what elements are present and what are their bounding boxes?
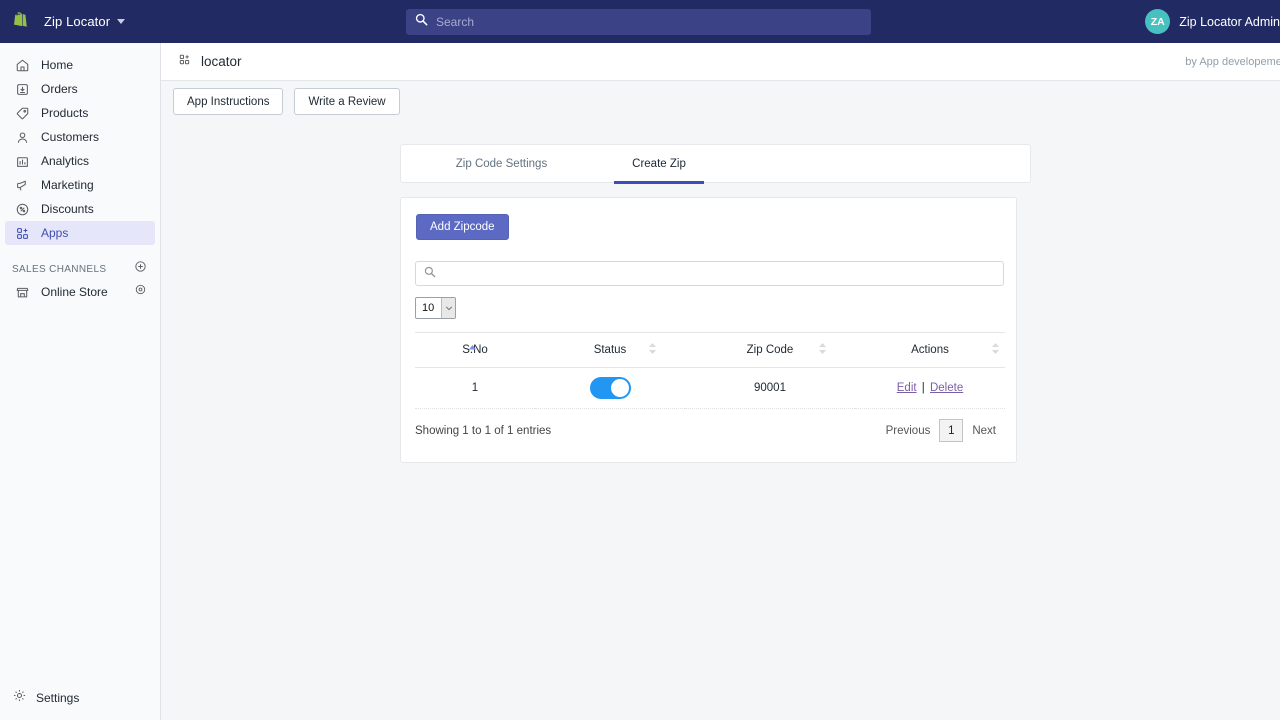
sidebar-item-label: Customers [41,130,99,144]
create-zip-panel: Add Zipcode 10 S.No [400,197,1017,463]
sidebar-item-label: Apps [41,226,68,240]
plus-circle-icon[interactable] [134,260,147,278]
chevron-down-icon[interactable] [441,298,455,318]
action-separator: | [922,382,925,394]
sidebar-item-online-store[interactable]: Online Store [5,280,155,304]
global-search-field[interactable]: Search [406,9,871,35]
edit-link[interactable]: Edit [897,382,917,394]
sort-asc-icon [468,344,477,357]
pagination: Previous 1 Next [877,419,1005,442]
topbar-user-area[interactable]: ZA Zip Locator Admin [1145,0,1280,43]
app-byline: by App developemen [1185,56,1280,68]
sales-channels-header: SALES CHANNELS [0,258,160,280]
column-header-status[interactable]: Status [535,333,685,368]
status-toggle[interactable] [590,377,631,399]
sidebar-item-products[interactable]: Products [5,101,155,125]
column-header-actions[interactable]: Actions [855,333,1005,368]
online-store-left: Online Store [12,282,108,302]
chevron-down-icon[interactable] [117,19,125,24]
gear-icon [12,688,27,708]
pagination-next[interactable]: Next [963,425,1005,437]
table-body: 1 90001 Edit | Delete [415,368,1005,409]
sidebar-item-marketing[interactable]: Marketing [5,173,155,197]
avatar: ZA [1145,9,1170,34]
table-head: S.No Status Zip Code [415,333,1005,368]
tab-create-zip[interactable]: Create Zip [614,145,704,182]
cell-status [535,368,685,409]
home-icon [12,55,32,75]
page-title: locator [201,54,242,69]
settings-label: Settings [36,691,79,705]
column-header-zipcode[interactable]: Zip Code [685,333,855,368]
admin-name-label: Zip Locator Admin [1179,15,1280,29]
page-length-select[interactable]: 10 [415,297,456,319]
search-icon [415,13,428,31]
tab-bar: Zip Code Settings Create Zip [400,144,1031,183]
sidebar-item-label: Online Store [41,285,108,299]
customers-icon [12,127,32,147]
table-search-box[interactable] [415,261,1004,286]
app-instructions-button[interactable]: App Instructions [173,88,283,115]
sort-none-icon [991,342,1000,358]
tab-zip-code-settings[interactable]: Zip Code Settings [429,145,574,182]
page-length-value: 10 [416,302,441,314]
sidebar-item-label: Analytics [41,154,89,168]
breadcrumb: locator [178,53,242,71]
sidebar-nav-list: Home Orders Products [0,43,160,304]
search-icon [424,265,436,283]
sidebar-item-orders[interactable]: Orders [5,77,155,101]
table-header-row: S.No Status Zip Code [415,333,1005,368]
analytics-bars-icon [12,151,32,171]
storefront-icon [12,282,32,302]
column-label: Status [594,344,627,356]
nav-spacer [0,245,160,258]
table-row: 1 90001 Edit | Delete [415,368,1005,409]
sidebar-item-label: Products [41,106,88,120]
sidebar-item-settings[interactable]: Settings [0,688,161,708]
toggle-knob [611,379,629,397]
pagination-page-1[interactable]: 1 [939,419,963,442]
app-action-bar: App Instructions Write a Review [173,88,400,115]
write-review-button[interactable]: Write a Review [294,88,399,115]
global-search-placeholder: Search [436,15,474,29]
shopify-logo-icon [8,9,34,35]
eye-icon[interactable] [134,283,147,301]
apps-grid-icon [178,53,191,71]
cell-actions: Edit | Delete [855,368,1005,409]
app-header-bar: locator by App developemen [161,43,1280,81]
cell-zipcode: 90001 [685,368,855,409]
orders-icon [12,79,32,99]
sales-channels-title: SALES CHANNELS [12,264,106,275]
discounts-percent-icon [12,199,32,219]
sidebar-item-home[interactable]: Home [5,53,155,77]
sidebar-item-analytics[interactable]: Analytics [5,149,155,173]
top-bar: Zip Locator Search ZA Zip Locator Admin [0,0,1280,43]
pagination-previous[interactable]: Previous [877,425,940,437]
products-tag-icon [12,103,32,123]
zipcode-table: S.No Status Zip Code [415,332,1005,409]
topbar-left: Zip Locator [0,9,406,35]
sidebar: Home Orders Products [0,43,161,720]
shop-name-label: Zip Locator [44,14,110,29]
sort-none-icon [818,342,827,358]
marketing-megaphone-icon [12,175,32,195]
cell-sno: 1 [415,368,535,409]
sidebar-item-label: Marketing [41,178,94,192]
entries-info: Showing 1 to 1 of 1 entries [415,425,551,437]
column-label: Zip Code [747,344,794,356]
apps-grid-icon [12,223,32,243]
sidebar-item-discounts[interactable]: Discounts [5,197,155,221]
sidebar-item-label: Discounts [41,202,94,216]
column-label: Actions [911,344,949,356]
table-footer: Showing 1 to 1 of 1 entries Previous 1 N… [415,419,1005,442]
delete-link[interactable]: Delete [930,382,963,394]
sidebar-item-label: Orders [41,82,78,96]
add-zipcode-button[interactable]: Add Zipcode [416,214,509,240]
sidebar-item-customers[interactable]: Customers [5,125,155,149]
sort-none-icon [648,342,657,358]
column-header-sno[interactable]: S.No [415,333,535,368]
sidebar-item-label: Home [41,58,73,72]
table-search-input[interactable] [443,268,1003,280]
sidebar-item-apps[interactable]: Apps [5,221,155,245]
